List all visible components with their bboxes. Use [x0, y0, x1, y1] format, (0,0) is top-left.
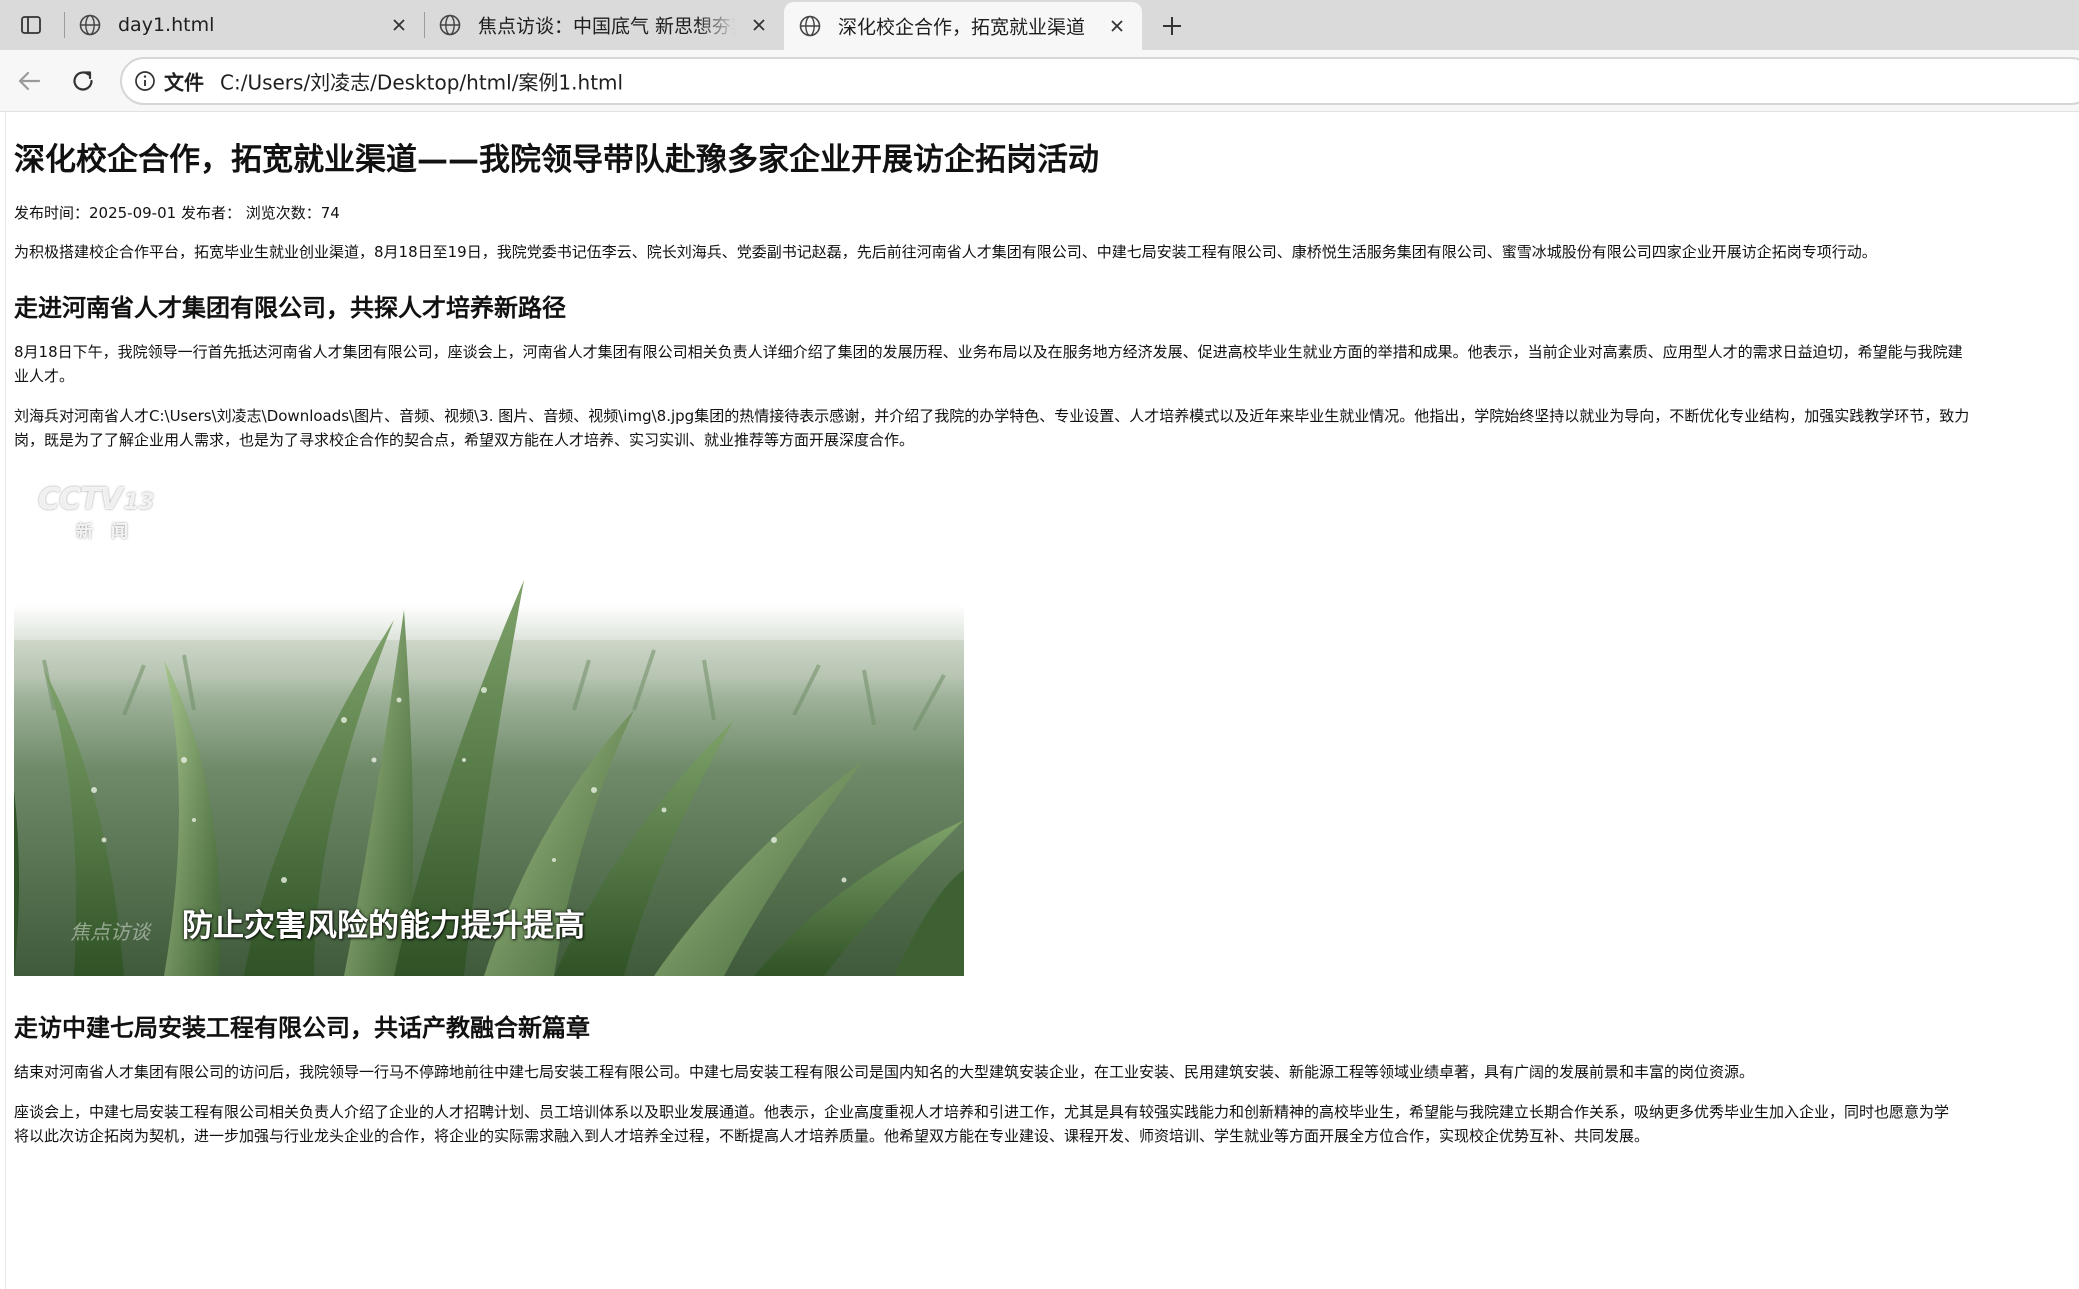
paragraph-continued: 业人才。 [14, 367, 75, 385]
tab-close-button[interactable] [1106, 15, 1128, 37]
page-viewport: 深化校企合作，拓宽就业渠道——我院领导带队赴豫多家企业开展访企拓岗活动 发布时间… [0, 112, 2079, 1289]
paragraph: 刘海兵对河南省人才C:\Users\刘凌志\Downloads\图片、音频、视频… [14, 407, 1970, 425]
tab-active-article[interactable]: 深化校企合作，拓宽就业渠道 [784, 2, 1142, 50]
tab-close-button[interactable] [748, 14, 770, 36]
url-scheme-label: 文件 [164, 70, 204, 95]
new-tab-button[interactable] [1154, 8, 1190, 44]
url-text[interactable]: C:/Users/刘凌志/Desktop/html/案例1.html [220, 67, 623, 96]
paragraph-continued: 将以此次访企拓岗为契机，进一步加强与行业龙头企业的合作，将企业的实际需求融入到人… [14, 1127, 1650, 1145]
tab-actions-button[interactable] [14, 11, 48, 39]
globe-icon [799, 15, 821, 37]
globe-icon [439, 14, 461, 36]
address-bar[interactable]: 文件 C:/Users/刘凌志/Desktop/html/案例1.html [120, 57, 2079, 105]
paragraph: 结束对河南省人才集团有限公司的访问后，我院领导一行马不停蹄地前往中建七局安装工程… [14, 1063, 1755, 1081]
article-meta: 发布时间：2025-09-01 发布者： 浏览次数：74 [14, 204, 340, 222]
close-icon [753, 19, 765, 31]
tab-title: 深化校企合作，拓宽就业渠道 [838, 16, 1086, 39]
program-watermark: 焦点访谈 [70, 920, 150, 944]
tab-focus-interview[interactable]: 焦点访谈：中国底气 新思想夯实大国粮仓 [424, 0, 784, 50]
reload-button[interactable] [66, 64, 100, 98]
back-arrow-icon [18, 71, 41, 91]
close-icon [1111, 20, 1123, 32]
article-intro: 为积极搭建校企合作平台，拓宽毕业生就业创业渠道，8月18日至19日，我院党委书记… [14, 243, 1877, 261]
tab-strip: day1.html 焦点访谈：中国底气 新思想夯实大国粮仓 深化校企合作，拓宽就… [0, 0, 2079, 50]
globe-icon [79, 14, 101, 36]
wheat-field-picture [14, 460, 964, 976]
channel-logo: CCTV13 新闻 [38, 482, 155, 542]
viewport-edge [5, 112, 6, 1289]
paragraph-continued: 岗，既是为了了解企业用人需求，也是为了寻求校企合作的契合点，希望双方能在人才培养… [14, 431, 915, 449]
tab-title: day1.html [118, 14, 215, 36]
browser-toolbar: 文件 C:/Users/刘凌志/Desktop/html/案例1.html [0, 50, 2079, 112]
tab-close-button[interactable] [388, 14, 410, 36]
article-image: CCTV13 新闻 焦点访谈 防止灾害风险的能力提升提高 [14, 460, 964, 976]
tab-actions-icon [21, 16, 41, 34]
tab-title: 焦点访谈：中国底气 新思想夯实大国粮仓 [478, 15, 736, 38]
info-icon[interactable] [134, 70, 156, 92]
section-heading: 走访中建七局安装工程有限公司，共话产教融合新篇章 [14, 1014, 590, 1042]
close-icon [393, 19, 405, 31]
plus-icon [1163, 17, 1181, 35]
image-caption: 防止灾害风险的能力提升提高 [182, 908, 585, 944]
paragraph: 8月18日下午，我院领导一行首先抵达河南省人才集团有限公司，座谈会上，河南省人才… [14, 343, 1963, 361]
section-heading: 走进河南省人才集团有限公司，共探人才培养新路径 [14, 294, 566, 322]
paragraph: 座谈会上，中建七局安装工程有限公司相关负责人介绍了企业的人才招聘计划、员工培训体… [14, 1103, 1950, 1121]
reload-icon [73, 71, 93, 91]
back-button[interactable] [12, 64, 46, 98]
article-title: 深化校企合作，拓宽就业渠道——我院领导带队赴豫多家企业开展访企拓岗活动 [14, 142, 1099, 178]
tab-day1[interactable]: day1.html [64, 0, 424, 50]
